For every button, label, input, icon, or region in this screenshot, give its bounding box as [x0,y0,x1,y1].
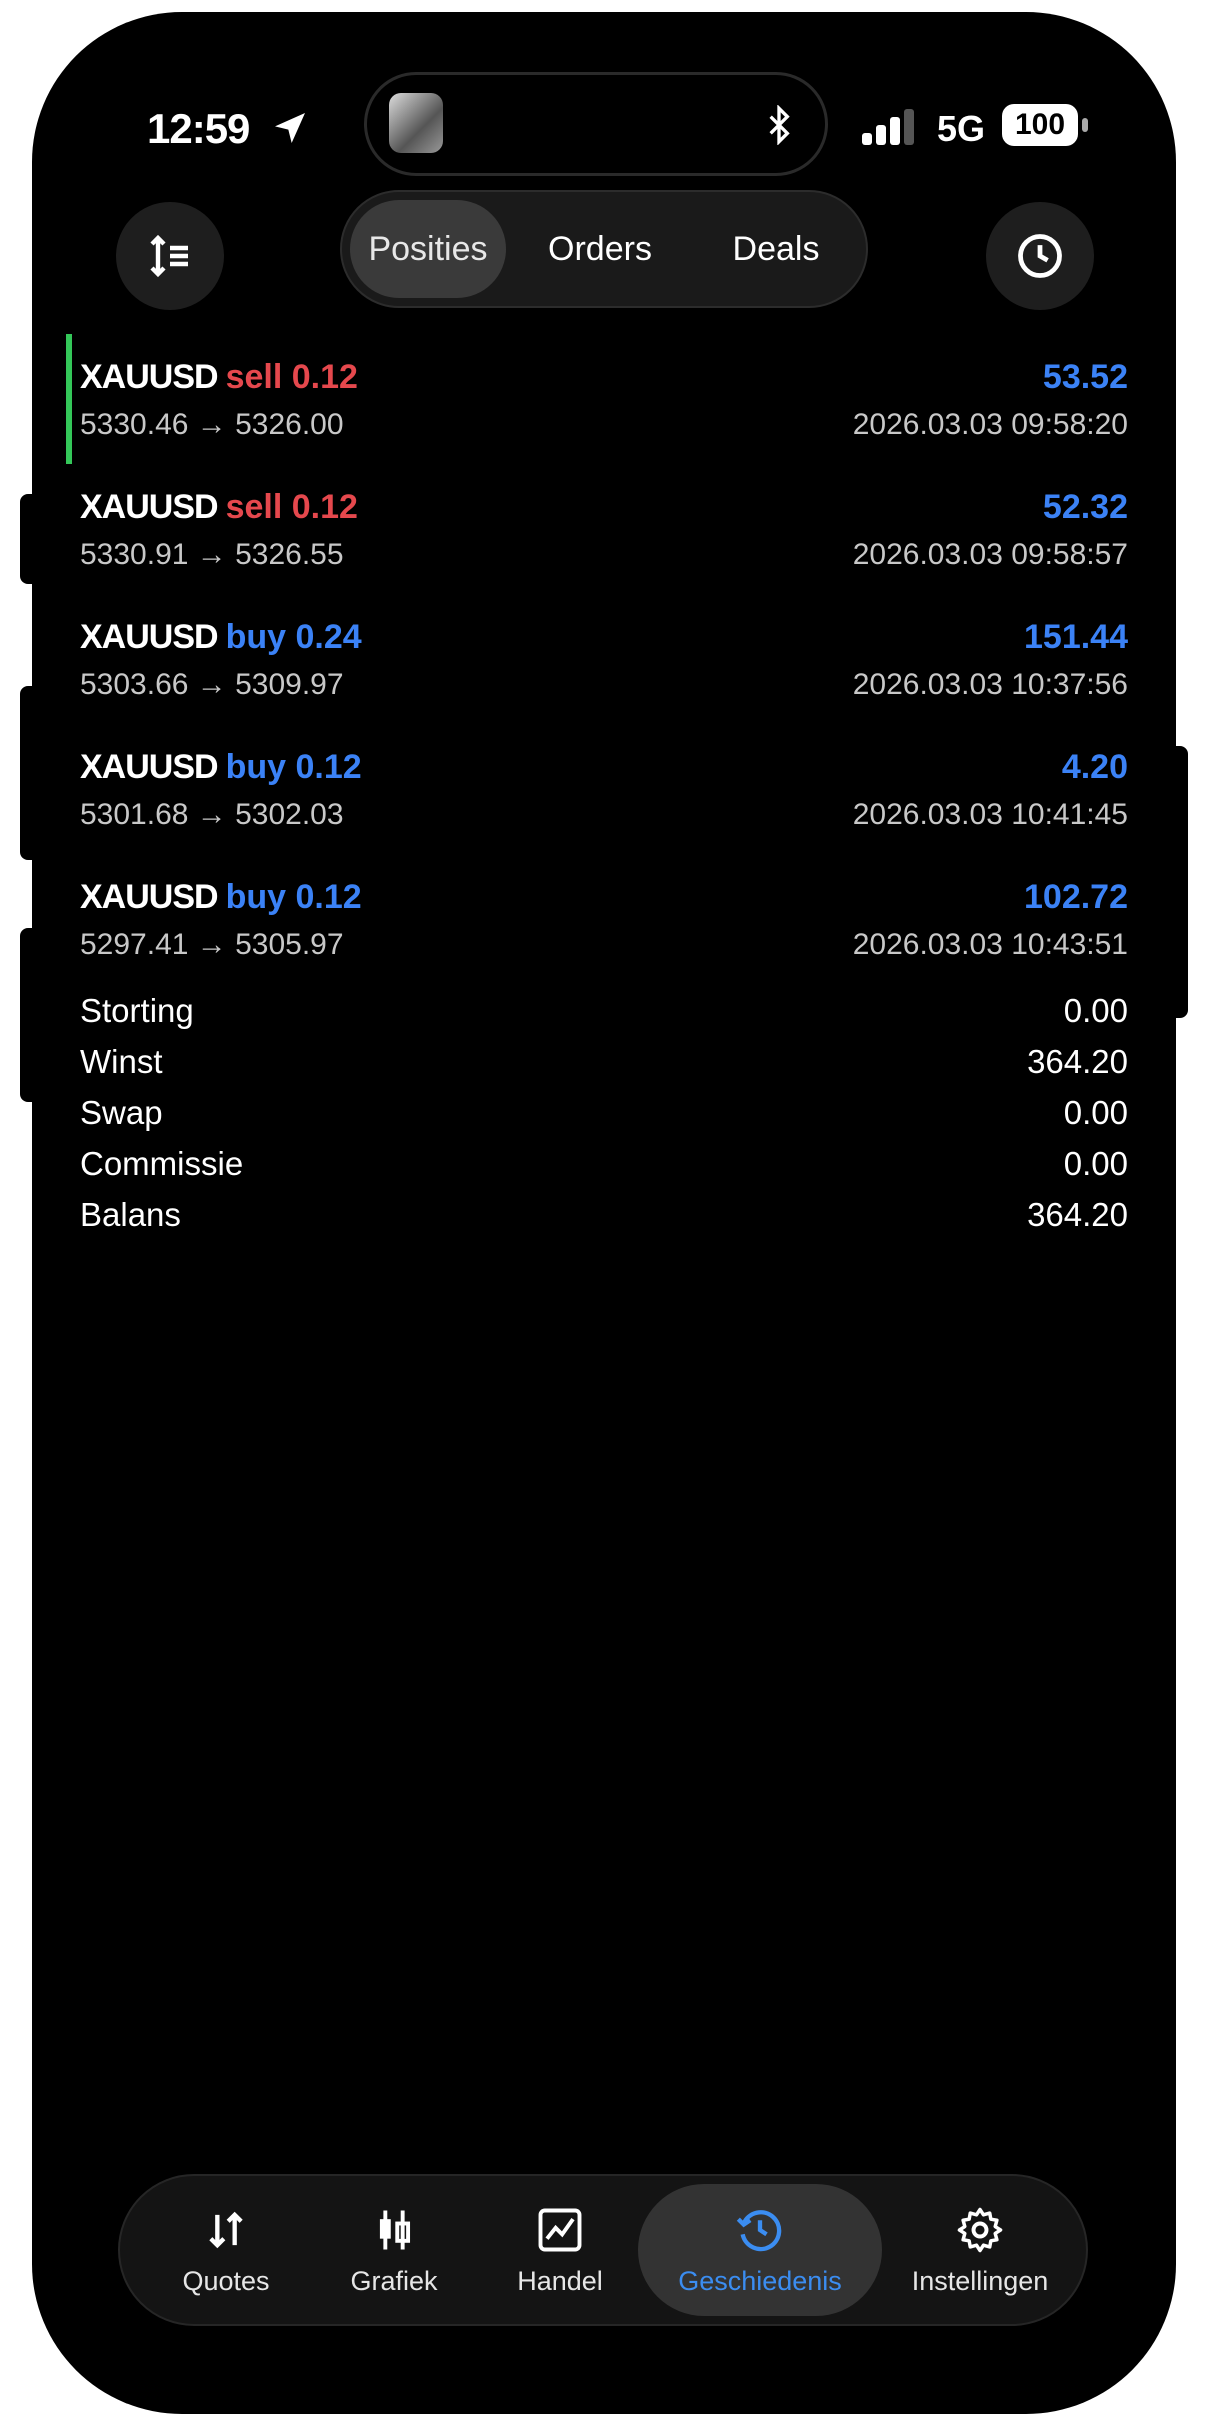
summary-row-swap: Swap 0.00 [32,1094,1176,1145]
list-item[interactable]: XAUUSD buy 0.12 102.72 5297.41 → 5305.97 … [32,844,1176,974]
summary-label: Swap [80,1094,163,1131]
tab-quotes-label: Quotes [182,2265,270,2296]
position-title: XAUUSD sell 0.12 [80,358,358,397]
tab-deals[interactable]: Deals [698,200,854,298]
position-symbol: XAUUSD [80,878,219,916]
position-volume: 0.12 [291,358,358,396]
position-prices: 5297.41 → 5305.97 [80,928,344,961]
summary-row-profit: Winst 364.20 [32,1043,1176,1094]
tab-grafiek-label: Grafiek [350,2265,438,2296]
gear-icon [957,2207,1003,2252]
tab-instellingen[interactable]: Instellingen [890,2184,1070,2316]
tab-orders-label: Orders [548,229,652,268]
clock-icon [1018,234,1062,278]
tab-posities-label: Posities [368,229,488,268]
summary-value: 0.00 [1063,1145,1128,1182]
position-title: XAUUSD buy 0.12 [80,748,362,787]
tab-grafiek[interactable]: Grafiek [304,2184,484,2316]
bottom-tab-bar: Quotes Grafiek Handel Geschiedenis Inste… [118,2174,1088,2326]
position-time: 2026.03.03 10:43:51 [852,928,1128,961]
location-arrow-icon [275,113,305,143]
list-item[interactable]: XAUUSD sell 0.12 52.32 5330.91 → 5326.55 … [32,454,1176,584]
position-symbol: XAUUSD [80,618,219,656]
position-profit: 53.52 [1042,358,1128,396]
tab-quotes[interactable]: Quotes [136,2184,316,2316]
cellular-signal-icon [862,107,922,145]
candlestick-icon [379,2210,411,2249]
position-side: buy [225,878,287,916]
position-title: XAUUSD buy 0.24 [80,618,362,657]
tab-orders[interactable]: Orders [522,200,678,298]
battery-icon: 100 [1002,104,1078,146]
position-side: sell [225,488,283,526]
tab-posities[interactable]: Posities [350,200,506,298]
summary-value: 0.00 [1063,1094,1128,1131]
summary-label: Storting [80,992,194,1029]
position-symbol: XAUUSD [80,358,219,396]
position-prices: 5303.66 → 5309.97 [80,668,344,701]
sort-icon [150,234,188,278]
bluetooth-icon [769,105,790,145]
summary-value: 364.20 [1027,1043,1128,1080]
position-title: XAUUSD buy 0.12 [80,878,362,917]
position-prices: 5330.91 → 5326.55 [80,538,344,571]
positions-list: XAUUSD sell 0.12 53.52 5330.46 → 5326.00 … [32,324,1176,974]
arrows-updown-icon [209,2211,243,2248]
account-summary: Storting 0.00 Winst 364.20 Swap 0.00 Com… [32,992,1176,1247]
tab-handel[interactable]: Handel [470,2184,650,2316]
list-item[interactable]: XAUUSD buy 0.24 151.44 5303.66 → 5309.97 … [32,584,1176,714]
list-item[interactable]: XAUUSD sell 0.12 53.52 5330.46 → 5326.00 … [32,324,1176,464]
summary-label: Balans [80,1196,181,1233]
tab-deals-label: Deals [732,229,820,268]
summary-row-balance: Balans 364.20 [32,1196,1176,1247]
position-side: buy [225,618,287,656]
position-time: 2026.03.03 09:58:57 [852,538,1128,571]
tab-geschiedenis[interactable]: Geschiedenis [638,2184,882,2316]
position-symbol: XAUUSD [80,488,219,526]
position-profit: 151.44 [1024,618,1128,656]
summary-row-deposit: Storting 0.00 [32,992,1176,1043]
position-profit: 52.32 [1042,488,1128,526]
position-time: 2026.03.03 10:41:45 [852,798,1128,831]
now-playing-thumbnail [389,93,443,153]
phone-screen: 12:59 5G 100 Posities Orders Deals XAUUS… [32,12,1176,2414]
position-profit: 4.20 [1061,748,1128,786]
battery-level: 100 [1014,108,1066,141]
position-side: buy [225,748,287,786]
period-button[interactable] [986,202,1094,310]
summary-value: 364.20 [1027,1196,1128,1233]
view-segmented-control: Posities Orders Deals [340,190,868,308]
tab-instellingen-label: Instellingen [911,2265,1049,2296]
position-volume: 0.12 [295,878,362,916]
summary-label: Winst [80,1043,163,1080]
tab-geschiedenis-label: Geschiedenis [678,2265,842,2296]
summary-label: Commissie [80,1145,244,1182]
status-time: 12:59 [147,105,250,152]
position-volume: 0.12 [295,748,362,786]
selection-indicator [66,334,72,464]
position-volume: 0.24 [295,618,362,656]
network-type: 5G [937,108,986,149]
dynamic-island[interactable] [364,72,828,176]
position-volume: 0.12 [291,488,358,526]
status-bar: 12:59 5G 100 [32,12,1176,176]
summary-row-commission: Commissie 0.00 [32,1145,1176,1196]
history-icon [736,2209,782,2251]
position-time: 2026.03.03 09:58:20 [852,408,1128,441]
sort-button[interactable] [116,202,224,310]
position-profit: 102.72 [1024,878,1128,916]
summary-value: 0.00 [1063,992,1128,1029]
position-side: sell [225,358,283,396]
tab-handel-label: Handel [517,2265,603,2296]
position-time: 2026.03.03 10:37:56 [852,668,1128,701]
position-prices: 5301.68 → 5302.03 [80,798,344,831]
chart-line-icon [538,2208,582,2251]
list-item[interactable]: XAUUSD buy 0.12 4.20 5301.68 → 5302.03 20… [32,714,1176,844]
battery-tip [1082,118,1088,132]
position-title: XAUUSD sell 0.12 [80,488,358,527]
position-symbol: XAUUSD [80,748,219,786]
position-prices: 5330.46 → 5326.00 [80,408,344,441]
